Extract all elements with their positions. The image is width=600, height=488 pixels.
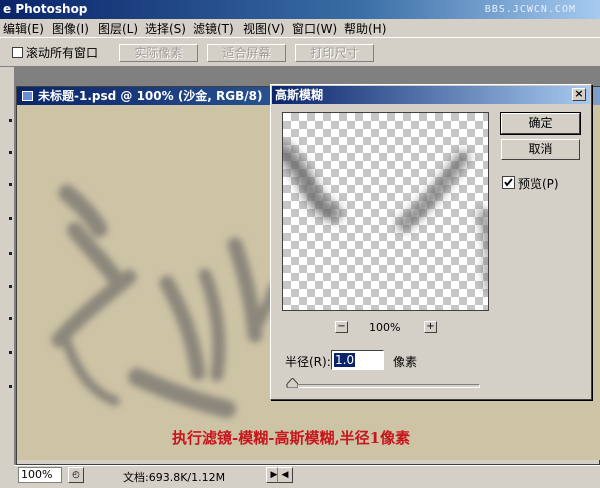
cancel-button[interactable]: 取消	[501, 139, 580, 160]
watermark: BBS.JCWCN.COM	[484, 4, 576, 15]
menu-filter[interactable]: 滤镜(T)	[193, 20, 234, 37]
menu-edit[interactable]: 编辑(E)	[3, 20, 44, 37]
document-icon	[22, 91, 33, 101]
radius-unit: 像素	[393, 355, 418, 369]
caption-text: 执行滤镜-模糊-高斯模糊,半径1像素	[172, 429, 411, 447]
doc-info: 文档:693.8K/1.12M	[123, 471, 226, 484]
app-title: e Photoshop	[3, 2, 88, 16]
fit-screen-button[interactable]: 适合屏幕	[207, 44, 286, 62]
menu-layer[interactable]: 图层(L)	[98, 20, 138, 37]
dialog-title: 高斯模糊	[275, 88, 324, 102]
menu-select[interactable]: 选择(S)	[145, 20, 186, 37]
menu-view[interactable]: 视图(V)	[243, 20, 285, 37]
dialog-title-bar[interactable]: 高斯模糊	[272, 86, 590, 104]
preview-label: 预览(P)	[518, 177, 559, 191]
app-title-bar: e Photoshop BBS.JCWCN.COM	[0, 0, 600, 19]
menu-window[interactable]: 窗口(W)	[292, 20, 337, 37]
scroll-left-icon[interactable]: ◀	[277, 467, 293, 483]
print-size-button[interactable]: 打印尺寸	[295, 44, 374, 62]
checkmark-icon	[504, 178, 513, 187]
radius-label: 半径(R):	[285, 355, 331, 369]
menu-image[interactable]: 图像(I)	[52, 20, 89, 37]
status-menu-icon[interactable]: ◴	[68, 467, 84, 483]
preview-strokes	[283, 142, 488, 292]
toolbox-strip	[0, 67, 15, 465]
zoom-field[interactable]: 100%	[18, 467, 62, 483]
preview-checkbox[interactable]	[502, 176, 515, 189]
zoom-in-icon[interactable]: +	[424, 321, 437, 333]
status-bar	[14, 465, 600, 488]
radius-slider-thumb[interactable]	[286, 378, 298, 388]
ok-button[interactable]: 确定	[501, 113, 580, 134]
radius-input[interactable]: 1.0	[331, 350, 384, 370]
radius-slider-track[interactable]	[286, 384, 480, 388]
blur-preview[interactable]	[282, 112, 489, 311]
preview-zoom-level: 100%	[369, 321, 401, 334]
zoom-out-icon[interactable]: −	[335, 321, 348, 333]
document-title: 未标题-1.psd @ 100% (沙金, RGB/8)	[38, 89, 263, 103]
menu-bar: 编辑(E) 图像(I) 图层(L) 选择(S) 滤镜(T) 视图(V) 窗口(W…	[0, 19, 600, 37]
close-icon[interactable]: ×	[572, 88, 586, 101]
actual-pixels-button[interactable]: 实际像素	[119, 44, 198, 62]
options-bar: 滚动所有窗口 实际像素 适合屏幕 打印尺寸	[0, 37, 600, 67]
menu-help[interactable]: 帮助(H)	[344, 20, 386, 37]
scroll-all-label: 滚动所有窗口	[26, 46, 99, 60]
radius-value: 1.0	[334, 353, 356, 367]
scroll-all-checkbox[interactable]	[12, 47, 23, 58]
